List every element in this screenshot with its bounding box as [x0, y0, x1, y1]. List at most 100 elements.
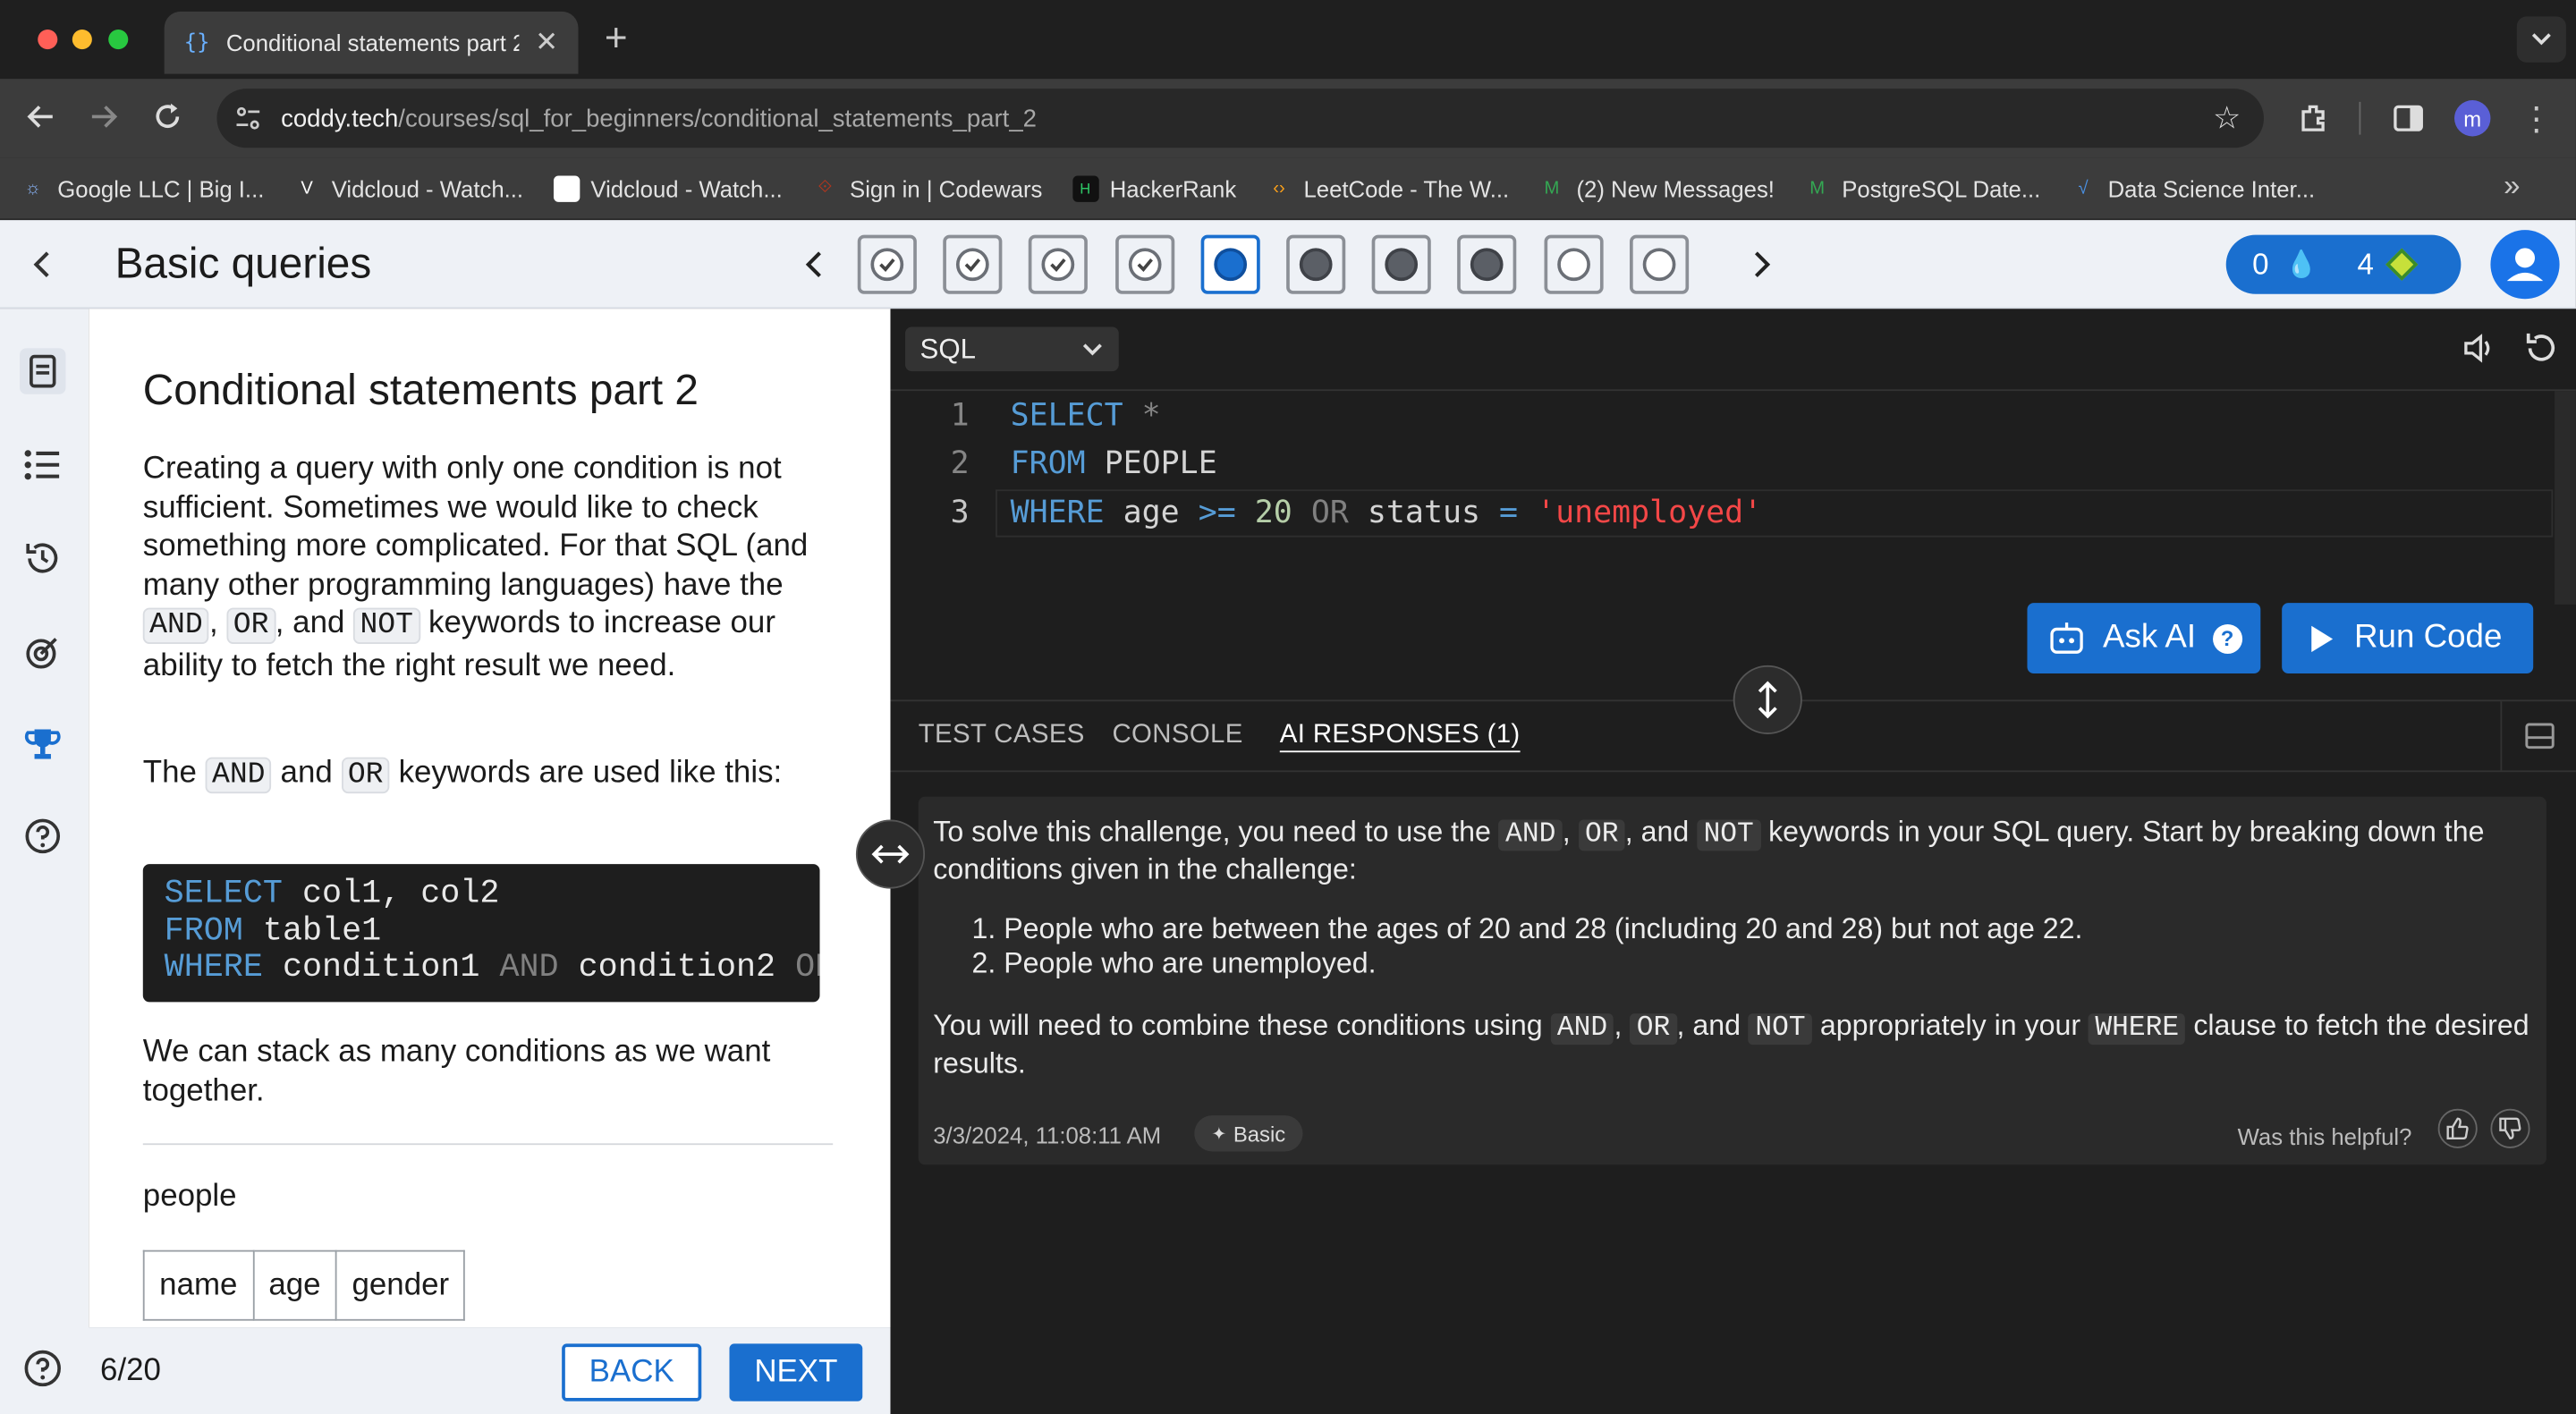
- language-select[interactable]: SQL: [905, 326, 1119, 372]
- tab-ai-responses[interactable]: AI RESPONSES (1): [1280, 721, 1521, 750]
- bookmark-star-icon[interactable]: ☆: [2213, 100, 2241, 138]
- step-locked[interactable]: [1286, 234, 1346, 294]
- next-step-icon[interactable]: [1741, 245, 1781, 284]
- code-line[interactable]: SELECT *: [1011, 397, 1161, 433]
- code-token: 'unemployed': [1537, 494, 1763, 531]
- checkmark-icon: [870, 248, 904, 282]
- extensions-icon[interactable]: [2293, 98, 2333, 138]
- outline-list-icon[interactable]: [20, 442, 65, 487]
- keyword-or: OR: [226, 607, 275, 644]
- panel-icon: [2524, 723, 2554, 749]
- step-empty[interactable]: [1543, 234, 1603, 294]
- lesson-tab-icon[interactable]: [20, 348, 66, 394]
- history-icon[interactable]: [20, 536, 65, 581]
- step-locked[interactable]: [1371, 234, 1432, 294]
- play-icon: [2311, 624, 2334, 652]
- minimize-window-button[interactable]: [72, 30, 92, 50]
- back-arrow-icon[interactable]: [23, 98, 59, 134]
- keyword-or: OR: [341, 757, 390, 794]
- checkmark-icon: [956, 248, 990, 282]
- bookmark-item[interactable]: V Vidcloud - Watch...: [293, 175, 523, 201]
- run-code-button[interactable]: Run Code: [2282, 603, 2534, 674]
- user-icon: [2506, 248, 2544, 282]
- tab-search-button[interactable]: [2516, 16, 2566, 63]
- tab-test-cases[interactable]: TEST CASES: [919, 721, 1085, 750]
- thumbs-up-button[interactable]: [2437, 1108, 2478, 1148]
- bookmark-item[interactable]: ‹› LeetCode - The W...: [1266, 175, 1509, 201]
- step-done[interactable]: [1114, 234, 1174, 294]
- code-text: col1, col2: [282, 875, 500, 914]
- forward-arrow-icon[interactable]: [86, 98, 122, 134]
- reset-code-icon[interactable]: [2521, 330, 2557, 375]
- step-current[interactable]: [1200, 234, 1260, 294]
- bookmark-item[interactable]: ⟐ Sign in | Codewars: [812, 175, 1043, 201]
- codewars-icon: ⟐: [818, 177, 833, 198]
- more-bookmarks-icon[interactable]: »: [2494, 167, 2529, 203]
- user-avatar[interactable]: [2490, 230, 2560, 300]
- vidcloud-icon: V: [301, 178, 313, 199]
- bookmark-item[interactable]: Vidcloud - Watch...: [553, 174, 783, 201]
- close-window-button[interactable]: [38, 30, 58, 50]
- user-stats[interactable]: 0 💧 4: [2225, 234, 2462, 294]
- resize-horizontal-icon: [871, 844, 910, 864]
- bookmark-item[interactable]: ☼ Google LLC | Big I...: [20, 175, 264, 201]
- keyword-and: AND: [142, 607, 210, 644]
- vertical-resize-handle[interactable]: [1733, 665, 1802, 735]
- bookmark-label: LeetCode - The W...: [1303, 174, 1510, 201]
- help-icon[interactable]: [20, 813, 65, 859]
- response-text: You will need to combine these condition…: [933, 1008, 1551, 1042]
- prev-step-icon[interactable]: [795, 245, 835, 284]
- editor-scrollbar[interactable]: [2555, 391, 2576, 605]
- progress-target-icon[interactable]: [20, 629, 65, 674]
- zoom-window-button[interactable]: [108, 30, 129, 50]
- step-empty[interactable]: [1629, 234, 1689, 294]
- keyword-and: AND: [1498, 819, 1563, 851]
- leetcode-icon: ‹›: [1273, 178, 1285, 199]
- browser-menu-icon[interactable]: ⋮: [2520, 98, 2553, 138]
- code-token: *: [1141, 397, 1161, 434]
- address-bar[interactable]: coddy.tech/courses/sql_for_beginners/con…: [216, 89, 2264, 148]
- thumbs-up-icon: [2446, 1117, 2469, 1140]
- code-token: age: [1104, 494, 1199, 531]
- footer-help-icon[interactable]: [23, 1349, 63, 1396]
- language-value: SQL: [919, 332, 977, 364]
- profile-avatar[interactable]: m: [2454, 100, 2491, 137]
- new-tab-icon[interactable]: +: [597, 16, 636, 61]
- ask-ai-button[interactable]: Ask AI ?: [2027, 603, 2261, 674]
- code-line[interactable]: FROM PEOPLE: [1011, 445, 1217, 481]
- close-tab-icon[interactable]: ✕: [535, 26, 558, 59]
- keyword-or: OR: [1578, 819, 1625, 851]
- list-item: People who are between the ages of 20 an…: [1004, 911, 2535, 946]
- code-token: 20: [1254, 494, 1292, 531]
- thumbs-down-button[interactable]: [2490, 1108, 2530, 1148]
- trophy-icon[interactable]: [20, 721, 65, 766]
- horizontal-resize-handle[interactable]: [855, 819, 926, 889]
- back-to-course-icon[interactable]: [23, 245, 63, 284]
- step-done[interactable]: [943, 234, 1003, 294]
- google-icon: ☼: [24, 178, 42, 199]
- next-button[interactable]: NEXT: [729, 1343, 863, 1401]
- reload-icon[interactable]: [149, 98, 185, 134]
- code-line[interactable]: WHERE age >= 20 OR status = 'unemployed': [1011, 495, 1763, 530]
- collapse-panel-button[interactable]: [2500, 701, 2575, 771]
- sound-icon[interactable]: [2461, 330, 2496, 375]
- bookmark-item[interactable]: M PostgreSQL Date...: [1804, 175, 2040, 201]
- question-icon[interactable]: ?: [2212, 623, 2242, 654]
- back-button[interactable]: BACK: [562, 1343, 702, 1401]
- site-info-icon[interactable]: [235, 106, 261, 139]
- browser-tab-active[interactable]: {} Conditional statements part 2 ✕: [164, 11, 579, 74]
- bookmark-item[interactable]: M (2) New Messages!: [1538, 175, 1774, 201]
- model-badge: ✦ Basic: [1194, 1115, 1303, 1152]
- response-timestamp: 3/3/2024, 11:08:11 AM: [933, 1122, 1162, 1148]
- step-done[interactable]: [1029, 234, 1089, 294]
- side-panel-icon[interactable]: [2389, 98, 2428, 138]
- bookmark-item[interactable]: H HackerRank: [1072, 174, 1236, 201]
- table-header-cell: name: [142, 1249, 254, 1321]
- step-locked[interactable]: [1457, 234, 1517, 294]
- step-done[interactable]: [857, 234, 917, 294]
- lesson-paragraph-1: Creating a query with only one condition…: [142, 450, 842, 685]
- tab-console[interactable]: CONSOLE: [1112, 721, 1242, 750]
- bookmark-item[interactable]: √ Data Science Inter...: [2070, 175, 2315, 201]
- code-keyword: WHERE: [164, 949, 263, 987]
